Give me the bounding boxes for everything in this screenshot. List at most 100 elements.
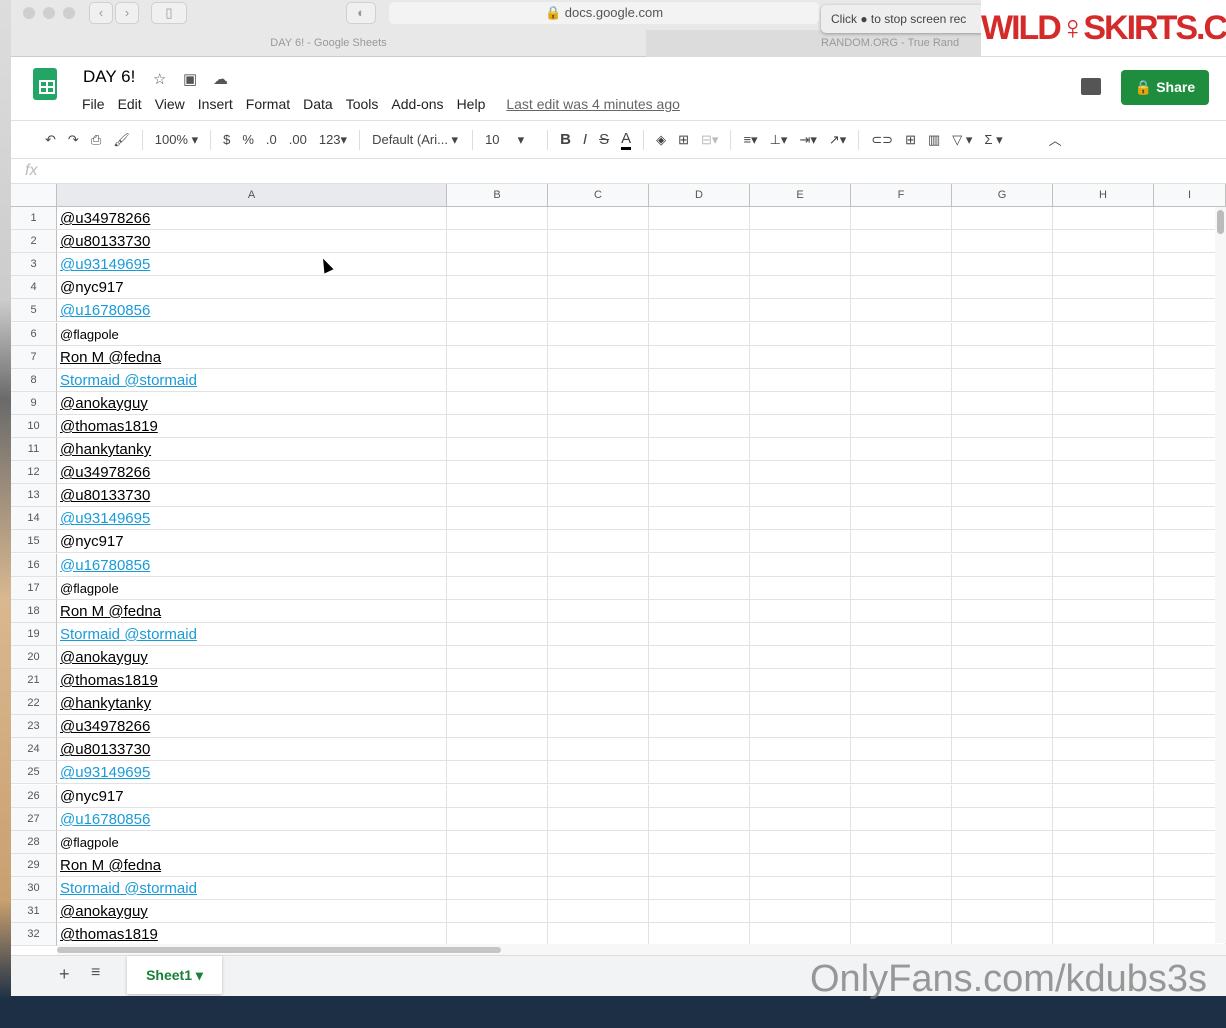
document-title[interactable]: DAY 6! (83, 67, 135, 87)
cell-f[interactable] (851, 738, 952, 762)
cell-d[interactable] (649, 622, 750, 646)
cell-e[interactable] (750, 738, 851, 762)
cell-g[interactable] (952, 553, 1053, 577)
cell-d[interactable] (649, 576, 750, 600)
cell-d[interactable] (649, 830, 750, 854)
row-header[interactable]: 1 (11, 207, 57, 231)
row-header[interactable]: 14 (11, 507, 57, 531)
font-select[interactable]: Default (Ari... ▾ (372, 132, 460, 148)
cell-f[interactable] (851, 391, 952, 415)
menu-data[interactable]: Data (303, 96, 333, 112)
cell-e[interactable] (750, 923, 851, 947)
cell-b[interactable] (447, 230, 548, 254)
cell-a[interactable]: @u34978266 (57, 715, 447, 739)
cell-b[interactable] (447, 576, 548, 600)
cell-c[interactable] (548, 876, 649, 900)
cell-e[interactable] (750, 345, 851, 369)
undo-icon[interactable]: ↶ (45, 132, 56, 148)
cell-b[interactable] (447, 530, 548, 554)
cell-h[interactable] (1053, 692, 1154, 716)
cell-e[interactable] (750, 530, 851, 554)
cell-a[interactable]: @hankytanky (57, 438, 447, 462)
comments-icon[interactable] (1081, 78, 1101, 95)
cell-a[interactable]: Stormaid @stormaid (57, 622, 447, 646)
insert-chart-icon[interactable]: ▥ (928, 132, 940, 148)
cell-g[interactable] (952, 923, 1053, 947)
row-header[interactable]: 32 (11, 923, 57, 947)
column-header-b[interactable]: B (447, 184, 548, 207)
horizontal-scrollbar[interactable] (57, 944, 1226, 955)
row-header[interactable]: 13 (11, 484, 57, 508)
percent-button[interactable]: % (242, 132, 254, 147)
minimize-window-button[interactable] (43, 7, 55, 19)
row-header[interactable]: 8 (11, 368, 57, 392)
cell-a[interactable]: @u34978266 (57, 207, 447, 231)
cell-b[interactable] (447, 345, 548, 369)
cell-b[interactable] (447, 276, 548, 300)
cell-e[interactable] (750, 761, 851, 785)
address-bar[interactable]: 🔒 docs.google.com (389, 2, 819, 24)
cell-a[interactable]: @flagpole (57, 830, 447, 854)
menu-edit[interactable]: Edit (118, 96, 142, 112)
cell-b[interactable] (447, 738, 548, 762)
cell-h[interactable] (1053, 830, 1154, 854)
cell-h[interactable] (1053, 900, 1154, 924)
row-header[interactable]: 24 (11, 738, 57, 762)
cell-d[interactable] (649, 715, 750, 739)
cell-e[interactable] (750, 438, 851, 462)
cell-a[interactable]: Ron M @fedna (57, 599, 447, 623)
cell-g[interactable] (952, 576, 1053, 600)
cell-f[interactable] (851, 461, 952, 485)
cell-g[interactable] (952, 669, 1053, 693)
horizontal-align-icon[interactable]: ≡▾ (743, 132, 757, 148)
cell-g[interactable] (952, 807, 1053, 831)
cell-c[interactable] (548, 322, 649, 346)
cell-b[interactable] (447, 876, 548, 900)
cell-b[interactable] (447, 669, 548, 693)
cell-e[interactable] (750, 622, 851, 646)
cell-e[interactable] (750, 715, 851, 739)
cell-f[interactable] (851, 299, 952, 323)
cell-a[interactable]: @u16780856 (57, 807, 447, 831)
font-size-select[interactable]: 10 ▾ (485, 132, 535, 148)
cell-h[interactable] (1053, 853, 1154, 877)
cell-c[interactable] (548, 230, 649, 254)
cell-b[interactable] (447, 322, 548, 346)
more-formats-button[interactable]: 123▾ (319, 132, 347, 148)
row-header[interactable]: 28 (11, 830, 57, 854)
cell-d[interactable] (649, 900, 750, 924)
cell-b[interactable] (447, 784, 548, 808)
cell-d[interactable] (649, 553, 750, 577)
cell-c[interactable] (548, 692, 649, 716)
cell-d[interactable] (649, 438, 750, 462)
cell-b[interactable] (447, 807, 548, 831)
cell-f[interactable] (851, 322, 952, 346)
cell-b[interactable] (447, 923, 548, 947)
cell-h[interactable] (1053, 876, 1154, 900)
cell-d[interactable] (649, 807, 750, 831)
cell-a[interactable]: @anokayguy (57, 391, 447, 415)
cell-f[interactable] (851, 276, 952, 300)
cell-g[interactable] (952, 599, 1053, 623)
menu-file[interactable]: File (82, 96, 105, 112)
cell-c[interactable] (548, 391, 649, 415)
cell-c[interactable] (548, 599, 649, 623)
cell-h[interactable] (1053, 368, 1154, 392)
cell-h[interactable] (1053, 923, 1154, 947)
row-header[interactable]: 12 (11, 461, 57, 485)
cell-g[interactable] (952, 414, 1053, 438)
bold-button[interactable]: B (560, 131, 571, 148)
cell-f[interactable] (851, 876, 952, 900)
fill-color-icon[interactable]: ◈ (656, 132, 666, 148)
cell-h[interactable] (1053, 553, 1154, 577)
cell-c[interactable] (548, 830, 649, 854)
vertical-scrollbar[interactable] (1215, 207, 1226, 943)
cell-a[interactable]: @u93149695 (57, 253, 447, 277)
cell-a[interactable]: Ron M @fedna (57, 345, 447, 369)
menu-addons[interactable]: Add-ons (391, 96, 443, 112)
cell-d[interactable] (649, 345, 750, 369)
text-rotation-icon[interactable]: ↗▾ (829, 132, 846, 148)
insert-link-icon[interactable]: ⊂⊃ (871, 132, 893, 148)
cell-g[interactable] (952, 622, 1053, 646)
cell-b[interactable] (447, 368, 548, 392)
